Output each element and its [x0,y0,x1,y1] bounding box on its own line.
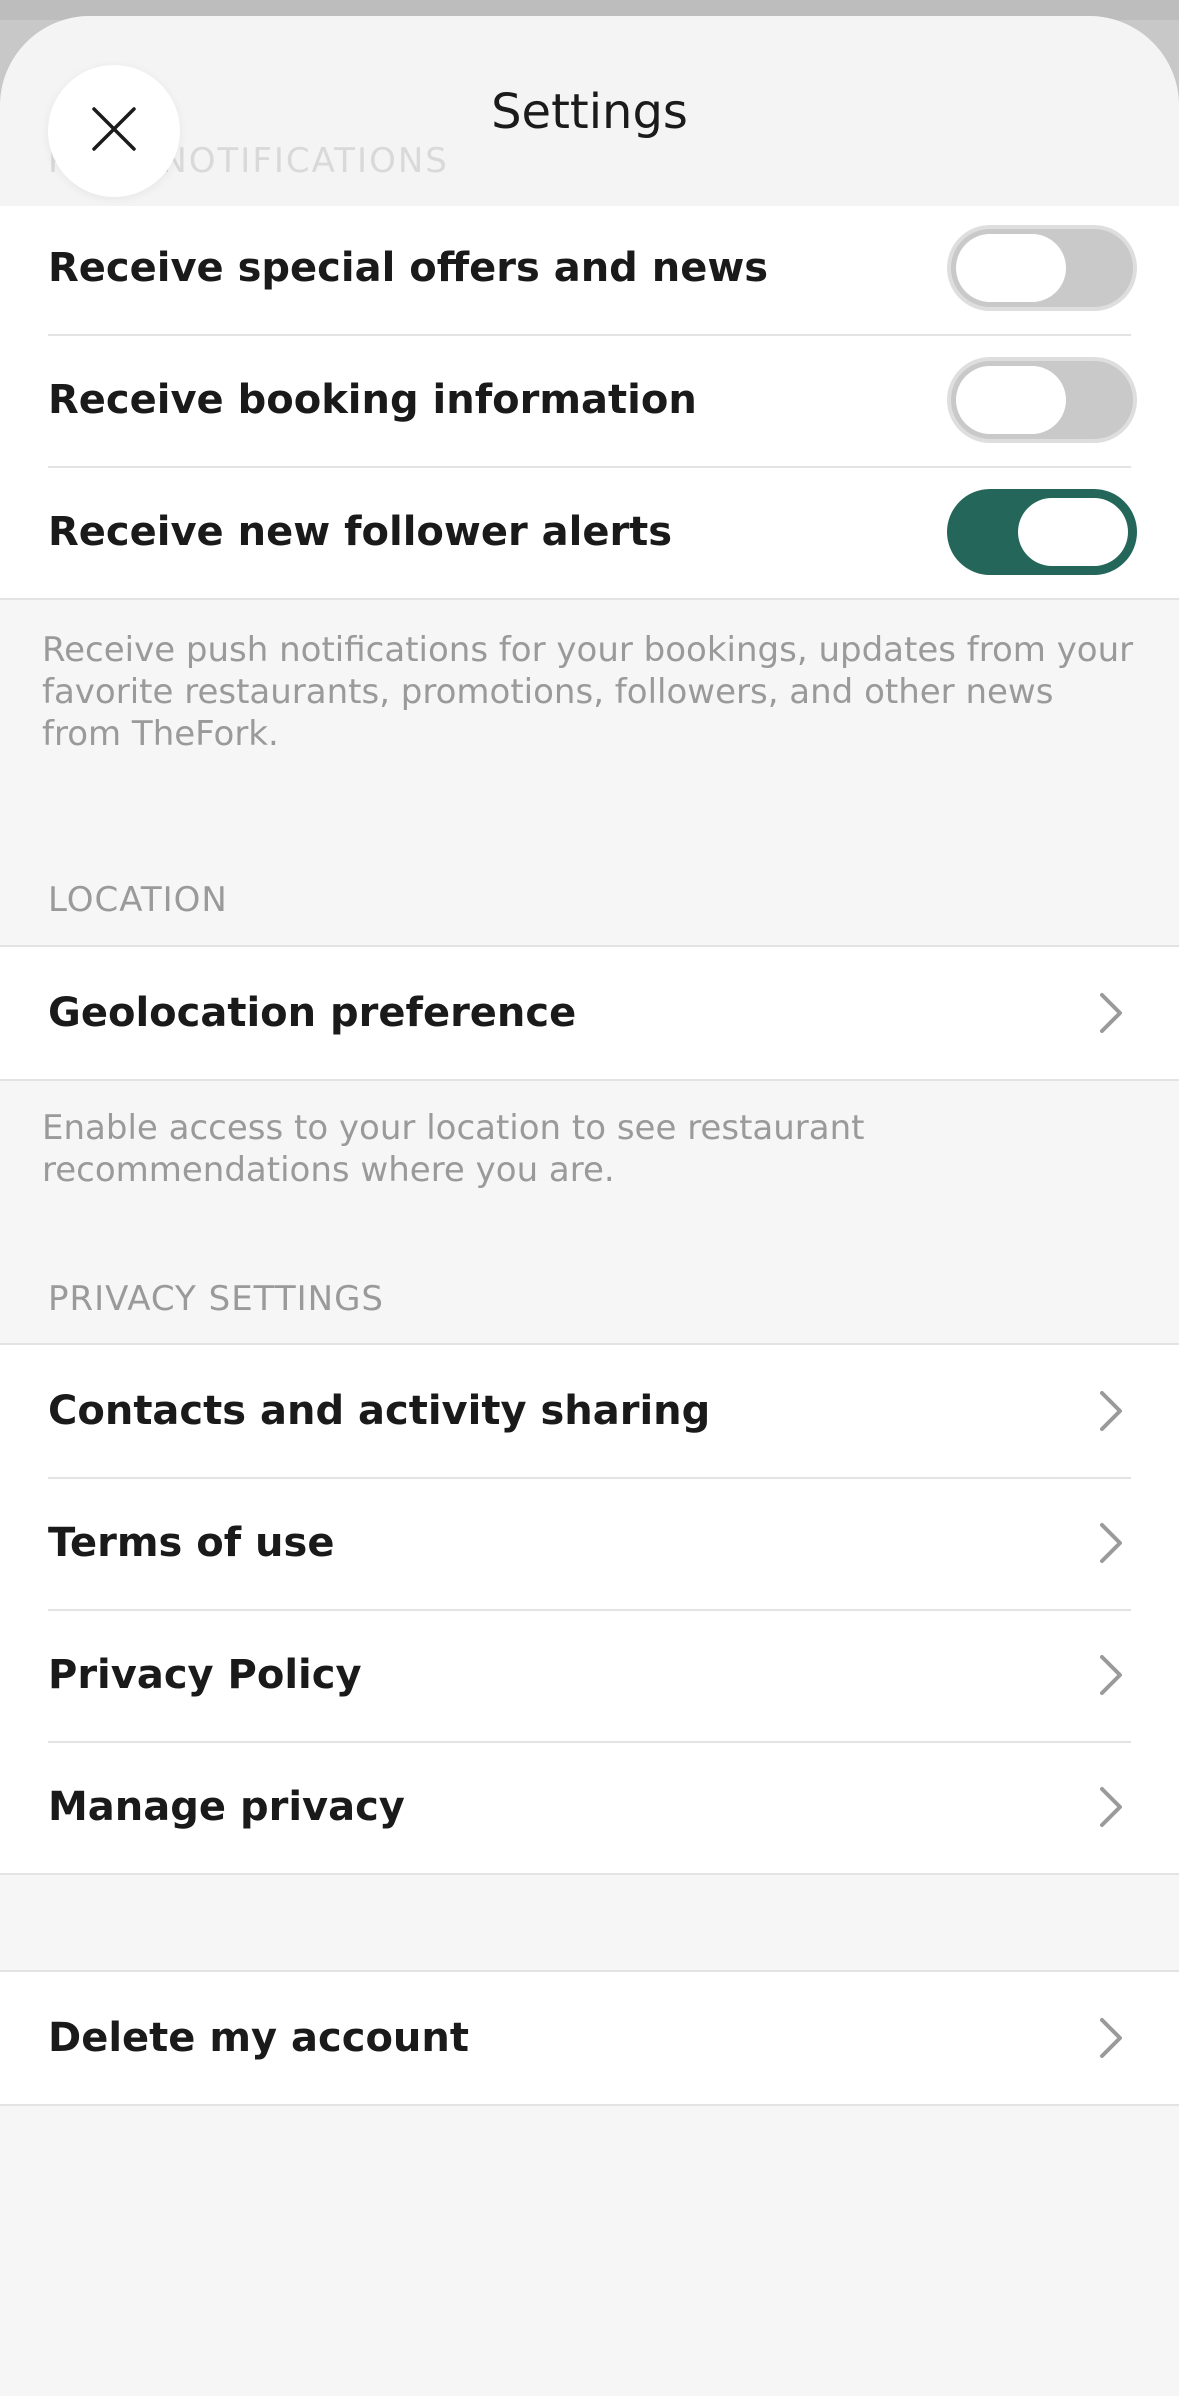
row-label: Geolocation preference [48,990,577,1036]
toggle-knob [956,366,1066,434]
account-group: Delete my account [0,1970,1179,2106]
chevron-right-icon [1093,1519,1129,1567]
booking-toggle[interactable] [947,357,1137,443]
notification-row-offers: Receive special offers and news [0,202,1179,334]
toggle-knob [1018,498,1128,566]
notification-row-followers: Receive new follower alerts [0,466,1179,598]
notification-row-booking: Receive booking information [0,334,1179,466]
row-label: Contacts and activity sharing [48,1388,711,1434]
location-note: Enable access to your location to see re… [42,1108,865,1190]
geolocation-preference-row[interactable]: Geolocation preference [0,947,1179,1079]
notification-label: Receive new follower alerts [48,509,673,555]
section-heading-privacy: PRIVACY SETTINGS [48,1279,385,1319]
chevron-right-icon [1093,1783,1129,1831]
delete-account-row[interactable]: Delete my account [0,1972,1179,2104]
page-title: Settings [491,84,688,140]
section-heading-location: LOCATION [48,880,228,920]
terms-of-use-row[interactable]: Terms of use [0,1477,1179,1609]
notifications-group: Receive special offers and news Receive … [0,202,1179,600]
offers-toggle[interactable] [947,225,1137,311]
contacts-activity-sharing-row[interactable]: Contacts and activity sharing [0,1345,1179,1477]
manage-privacy-row[interactable]: Manage privacy [0,1741,1179,1873]
settings-sheet: PUSH NOTIFICATIONS Settings Receive spec… [0,16,1179,2396]
privacy-group: Contacts and activity sharing Terms of u… [0,1343,1179,1875]
chevron-right-icon [1093,989,1129,1037]
notification-label: Receive booking information [48,377,697,423]
row-label: Delete my account [48,2015,469,2061]
row-label: Manage privacy [48,1784,405,1830]
notification-label: Receive special offers and news [48,245,769,291]
followers-toggle[interactable] [947,489,1137,575]
row-label: Terms of use [48,1520,335,1566]
chevron-right-icon [1093,1651,1129,1699]
privacy-policy-row[interactable]: Privacy Policy [0,1609,1179,1741]
notifications-note: Receive push notifications for your book… [42,630,1134,754]
row-label: Privacy Policy [48,1652,362,1698]
chevron-right-icon [1093,1387,1129,1435]
toggle-knob [956,234,1066,302]
location-group: Geolocation preference [0,945,1179,1081]
chevron-right-icon [1093,2014,1129,2062]
